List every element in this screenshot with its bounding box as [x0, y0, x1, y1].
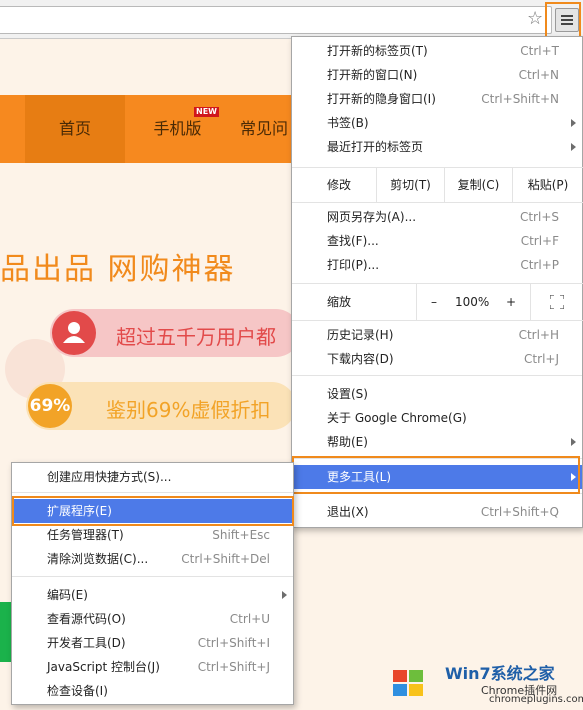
chrome-main-menu: 打开新的标签页(T) Ctrl+T 打开新的窗口(N) Ctrl+N 打开新的隐身窗… — [291, 36, 583, 528]
menu-recent-tabs[interactable]: 最近打开的标签页 — [292, 135, 582, 159]
menu-new-window[interactable]: 打开新的窗口(N) Ctrl+N — [292, 63, 582, 87]
zoom-out-button[interactable]: – — [431, 284, 437, 320]
feature-discount-text: 鉴别69%虚假折扣 — [106, 398, 271, 422]
cut-button[interactable]: 剪切(T) — [377, 168, 444, 202]
menu-exit[interactable]: 退出(X) Ctrl+Shift+Q — [292, 500, 582, 524]
watermark: Win7系统之家 Chrome插件网 chromeplugins.com — [385, 658, 583, 708]
nav-mobile[interactable]: 手机版 — [130, 95, 225, 163]
address-bar[interactable] — [0, 6, 552, 34]
paste-button[interactable]: 粘贴(P) — [513, 168, 583, 202]
menu-settings[interactable]: 设置(S) — [292, 382, 582, 406]
discount-badge: 69% — [28, 384, 72, 428]
hero-title: 品出品 网购神器 — [0, 252, 236, 287]
menu-bookmarks[interactable]: 书签(B) — [292, 111, 582, 135]
submenu-dev-tools[interactable]: 开发者工具(D) Ctrl+Shift+I — [12, 631, 293, 655]
more-tools-submenu: 创建应用快捷方式(S)... 扩展程序(E) 任务管理器(T) Shift+Esc… — [11, 462, 294, 705]
windows-logo-icon — [393, 670, 423, 696]
copy-button[interactable]: 复制(C) — [445, 168, 512, 202]
menu-print[interactable]: 打印(P)... Ctrl+P — [292, 253, 582, 277]
menu-history[interactable]: 历史记录(H) Ctrl+H — [292, 323, 582, 347]
chrome-menu-button[interactable] — [555, 8, 579, 32]
menu-help[interactable]: 帮助(E) — [292, 430, 582, 454]
hamburger-menu-icon — [561, 15, 573, 17]
menu-edit-row: 修改 剪切(T) 复制(C) 粘贴(P) — [292, 167, 583, 203]
submenu-task-manager[interactable]: 任务管理器(T) Shift+Esc — [12, 523, 293, 547]
menu-downloads[interactable]: 下载内容(D) Ctrl+J — [292, 347, 582, 371]
submenu-js-console[interactable]: JavaScript 控制台(J) Ctrl+Shift+J — [12, 655, 293, 679]
watermark-line1: Win7系统之家 — [445, 664, 555, 683]
menu-save-page[interactable]: 网页另存为(A)... Ctrl+S — [292, 205, 582, 229]
zoom-level: 100% — [455, 295, 490, 309]
submenu-inspect-devices[interactable]: 检查设备(I) — [12, 679, 293, 703]
chevron-right-icon — [282, 591, 287, 599]
zoom-in-button[interactable]: + — [506, 284, 516, 320]
chevron-right-icon — [571, 438, 576, 446]
edit-label: 修改 — [327, 178, 352, 192]
feature-discount: 69% 鉴别69%虚假折扣 — [26, 382, 296, 430]
menu-new-incognito[interactable]: 打开新的隐身窗口(I) Ctrl+Shift+N — [292, 87, 582, 111]
feature-users-text: 超过五千万用户都 — [116, 325, 276, 349]
submenu-encoding[interactable]: 编码(E) — [12, 583, 293, 607]
menu-find[interactable]: 查找(F)... Ctrl+F — [292, 229, 582, 253]
submenu-clear-data[interactable]: 清除浏览数据(C)... Ctrl+Shift+Del — [12, 547, 293, 571]
submenu-extensions[interactable]: 扩展程序(E) — [12, 499, 293, 523]
nav-home[interactable]: 首页 — [25, 95, 125, 163]
menu-about[interactable]: 关于 Google Chrome(G) — [292, 406, 582, 430]
chevron-right-icon — [571, 143, 576, 151]
chevron-right-icon — [571, 119, 576, 127]
menu-more-tools[interactable]: 更多工具(L) — [292, 465, 582, 489]
feature-users: 超过五千万用户都 — [50, 309, 300, 357]
submenu-view-source[interactable]: 查看源代码(O) Ctrl+U — [12, 607, 293, 631]
zoom-label: 缩放 — [327, 295, 352, 309]
watermark-line3: chromeplugins.com — [489, 694, 583, 705]
star-icon[interactable]: ☆ — [527, 9, 543, 29]
menu-zoom-row: 缩放 – 100% + — [292, 283, 583, 321]
menu-new-tab[interactable]: 打开新的标签页(T) Ctrl+T — [292, 39, 582, 63]
chevron-right-icon — [571, 473, 576, 481]
fullscreen-icon[interactable] — [550, 295, 564, 309]
submenu-create-shortcut[interactable]: 创建应用快捷方式(S)... — [12, 465, 293, 489]
browser-toolbar: ☆ — [0, 0, 583, 39]
new-badge: NEW — [194, 107, 219, 117]
user-icon — [52, 311, 96, 355]
